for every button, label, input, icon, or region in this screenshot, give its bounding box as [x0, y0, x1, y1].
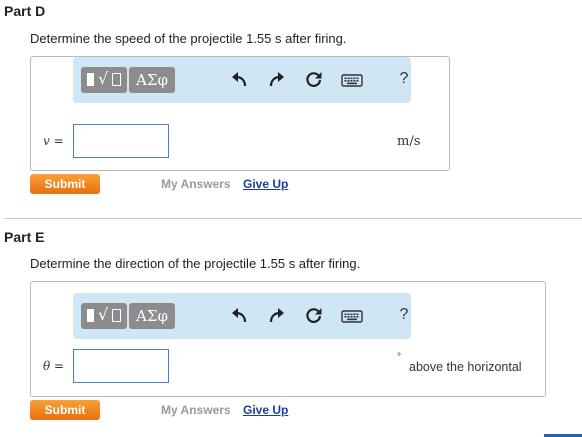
greek-symbols-button[interactable]: ΑΣφ [129, 67, 175, 93]
part-d-give-up-link[interactable]: Give Up [243, 177, 288, 191]
greek-symbols-button[interactable]: ΑΣφ [129, 303, 175, 329]
speed-variable-label: v = [43, 134, 64, 148]
direction-unit-label: above the horizontal [409, 360, 522, 374]
speed-unit-label: m/s [397, 134, 421, 149]
keyboard-icon[interactable] [341, 306, 363, 326]
part-d-question: Determine the speed of the projectile 1.… [30, 31, 347, 46]
reset-icon[interactable] [304, 306, 324, 326]
part-e-my-answers-link[interactable]: My Answers [161, 403, 231, 417]
part-e-submit-button[interactable]: Submit [30, 400, 100, 420]
part-e-question: Determine the direction of the projectil… [30, 256, 361, 271]
keyboard-icon[interactable] [341, 70, 363, 90]
part-e-toolbar: √ ΑΣφ ? [73, 293, 411, 339]
part-e-title: Part E [4, 229, 45, 245]
part-e-answer-box: √ ΑΣφ ? θ = ° above the horizontal [30, 281, 546, 397]
redo-icon[interactable] [266, 70, 286, 90]
direction-variable-label: θ = [43, 359, 65, 373]
sqrt-icon: √ [98, 69, 109, 88]
part-d-toolbar: √ ΑΣφ ? [73, 57, 411, 103]
templates-button[interactable]: √ [81, 67, 127, 93]
section-divider [4, 218, 582, 219]
speed-answer-input[interactable] [73, 124, 169, 158]
help-button[interactable]: ? [397, 305, 411, 325]
part-e-give-up-link[interactable]: Give Up [243, 403, 288, 417]
redo-icon[interactable] [266, 306, 286, 326]
help-button[interactable]: ? [397, 69, 411, 89]
part-d-submit-button[interactable]: Submit [30, 174, 100, 194]
part-d-my-answers-link[interactable]: My Answers [161, 177, 231, 191]
undo-icon[interactable] [230, 306, 250, 326]
degree-symbol: ° [397, 352, 401, 363]
sqrt-icon: √ [98, 305, 109, 324]
direction-answer-input[interactable] [73, 349, 169, 383]
reset-icon[interactable] [304, 70, 324, 90]
templates-button[interactable]: √ [81, 303, 127, 329]
undo-icon[interactable] [230, 70, 250, 90]
part-d-answer-box: √ ΑΣφ ? v = m/s [30, 56, 450, 171]
part-d-title: Part D [4, 3, 46, 19]
